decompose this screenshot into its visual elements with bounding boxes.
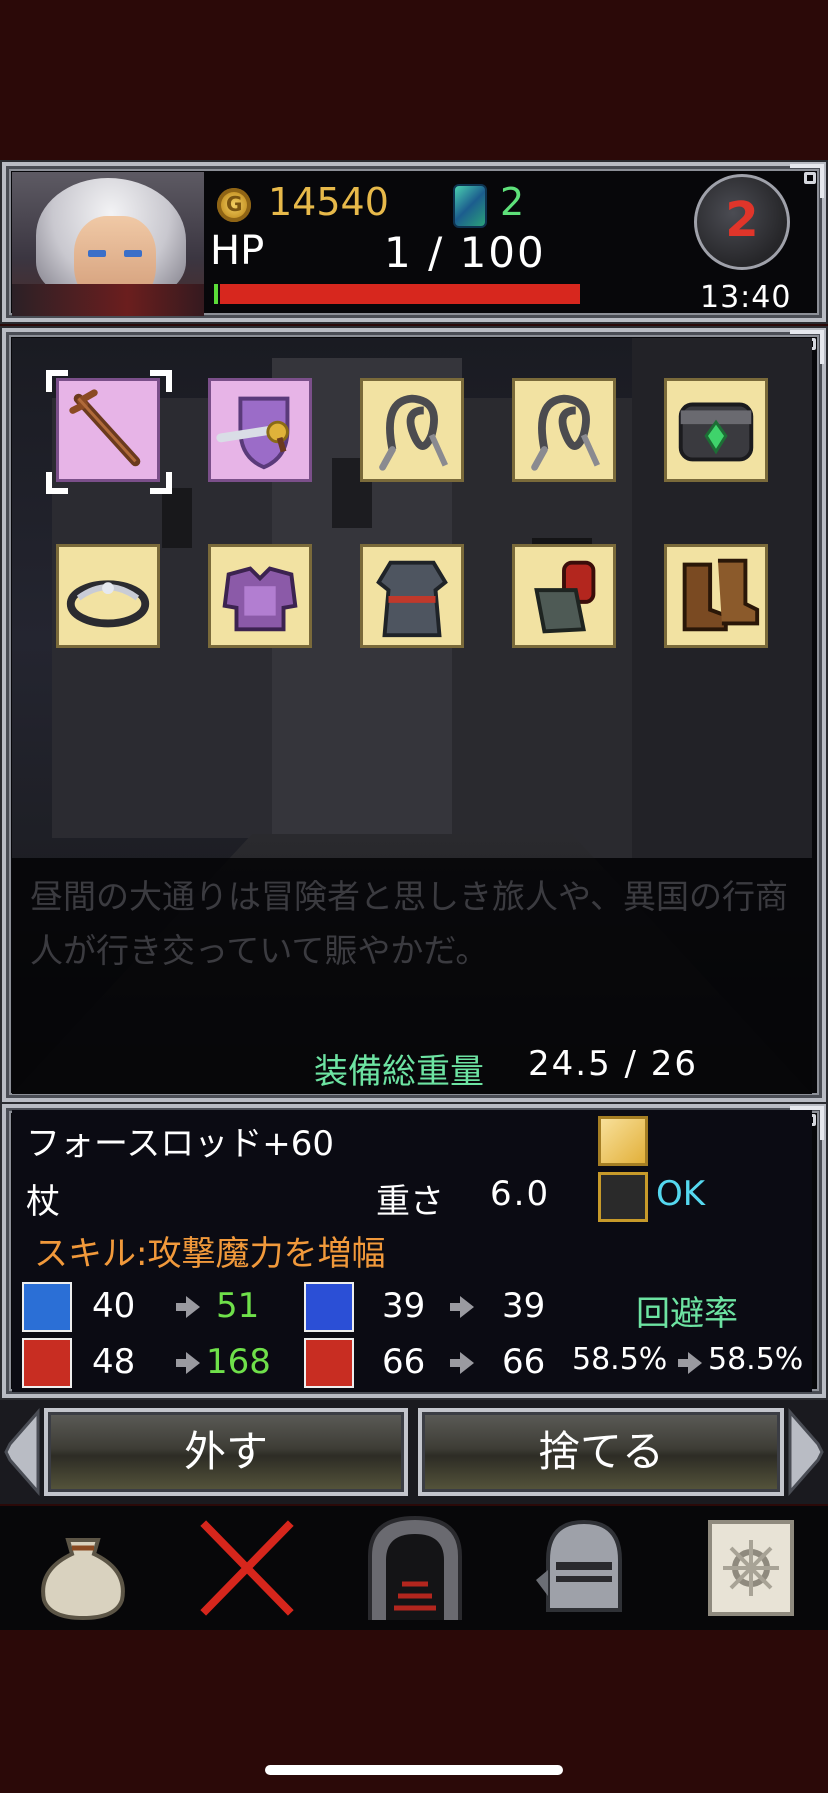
floor-number: 2	[725, 192, 759, 248]
equipment-slot-gauntlet[interactable]	[512, 544, 616, 648]
staff-icon	[69, 389, 141, 467]
item-bag-icon[interactable]	[28, 1510, 138, 1626]
whip-icon	[379, 394, 448, 471]
robe-icon	[376, 560, 448, 638]
equipment-slot-armor[interactable]	[208, 544, 312, 648]
whip-icon	[531, 394, 600, 471]
equipment-slot-whip-2[interactable]	[512, 378, 616, 482]
item-weight-label: 重さ	[376, 1182, 444, 1222]
frame-corner-ornament	[790, 164, 824, 198]
evasion-before: 58.5%	[572, 1342, 668, 1377]
shield-sword-icon	[216, 396, 290, 470]
magic-defense-before: 66	[382, 1342, 426, 1382]
equipment-slot-whip-1[interactable]	[360, 378, 464, 482]
item-skill: スキル:攻撃魔力を増幅	[34, 1234, 386, 1274]
magic-defense-after: 66	[502, 1342, 546, 1382]
equip-ok-status: OK	[656, 1174, 706, 1214]
bracelet-icon	[678, 402, 754, 462]
sword-icon	[22, 1282, 72, 1332]
selection-corner	[46, 472, 68, 494]
hero-portrait[interactable]	[12, 172, 204, 316]
hp-bar-fill	[214, 284, 218, 304]
location-description: 昼間の大通りは冒険者と思しき旅人や、異国の行商人が行き交っていて賑やかだ。	[30, 877, 789, 970]
close-icon[interactable]	[192, 1510, 302, 1626]
gem-icon	[453, 184, 487, 228]
arrow-icon	[176, 1296, 200, 1318]
defense-before: 39	[382, 1286, 426, 1326]
tiara-icon	[66, 580, 150, 628]
boots-icon	[682, 558, 760, 632]
equipment-slot-robe[interactable]	[360, 544, 464, 648]
magic-shield-icon	[304, 1338, 354, 1388]
magic-attack-after: 168	[206, 1342, 271, 1382]
magic-attack-before: 48	[92, 1342, 136, 1382]
shield-icon	[304, 1282, 354, 1332]
discard-button[interactable]: 捨てる	[418, 1408, 784, 1496]
gold-coin-icon	[217, 188, 251, 222]
selection-corner	[150, 370, 172, 392]
defense-after: 39	[502, 1286, 546, 1326]
equipment-slot-shield[interactable]	[208, 378, 312, 482]
helmet-icon[interactable]	[528, 1510, 638, 1626]
equipment-slot-bracelet[interactable]	[664, 378, 768, 482]
equipment-slot-boots[interactable]	[664, 544, 768, 648]
home-indicator[interactable]	[265, 1765, 563, 1775]
selection-corner	[46, 370, 68, 392]
map-scroll-icon[interactable]	[696, 1510, 806, 1626]
gold-amount: 14540	[268, 180, 389, 224]
equipment-slot-tiara[interactable]	[56, 544, 160, 648]
selection-corner	[150, 472, 172, 494]
arrow-icon	[450, 1296, 474, 1318]
sparkle-icon[interactable]	[598, 1116, 648, 1166]
left-ornament	[4, 1408, 40, 1496]
dungeon-door-icon[interactable]	[360, 1510, 470, 1626]
gauntlet-icon	[534, 560, 596, 634]
attack-after: 51	[216, 1286, 260, 1326]
arrow-icon	[678, 1352, 702, 1374]
evasion-after: 58.5%	[708, 1342, 804, 1377]
hp-value: 1 / 100	[384, 228, 546, 277]
total-weight-value: 24.5 / 26	[528, 1044, 699, 1084]
attack-before: 40	[92, 1286, 136, 1326]
item-name: フォースロッド+60	[26, 1124, 335, 1164]
hp-bar-missing	[220, 284, 580, 304]
arrow-icon	[450, 1352, 474, 1374]
evasion-label: 回避率	[636, 1294, 738, 1334]
right-ornament	[788, 1408, 824, 1496]
unequip-button[interactable]: 外す	[44, 1408, 408, 1496]
equipment-slot-staff[interactable]	[56, 378, 160, 482]
item-type: 杖	[26, 1182, 60, 1222]
magic-staff-icon	[22, 1338, 72, 1388]
clock: 13:40	[700, 280, 792, 315]
armor-icon	[222, 566, 298, 632]
total-weight-label: 装備総重量	[314, 1052, 484, 1092]
arrow-icon	[176, 1352, 200, 1374]
gem-count: 2	[500, 180, 525, 224]
item-weight-value: 6.0	[490, 1174, 551, 1214]
hp-label: HP	[210, 228, 265, 274]
magic-swirl-icon	[598, 1172, 648, 1222]
